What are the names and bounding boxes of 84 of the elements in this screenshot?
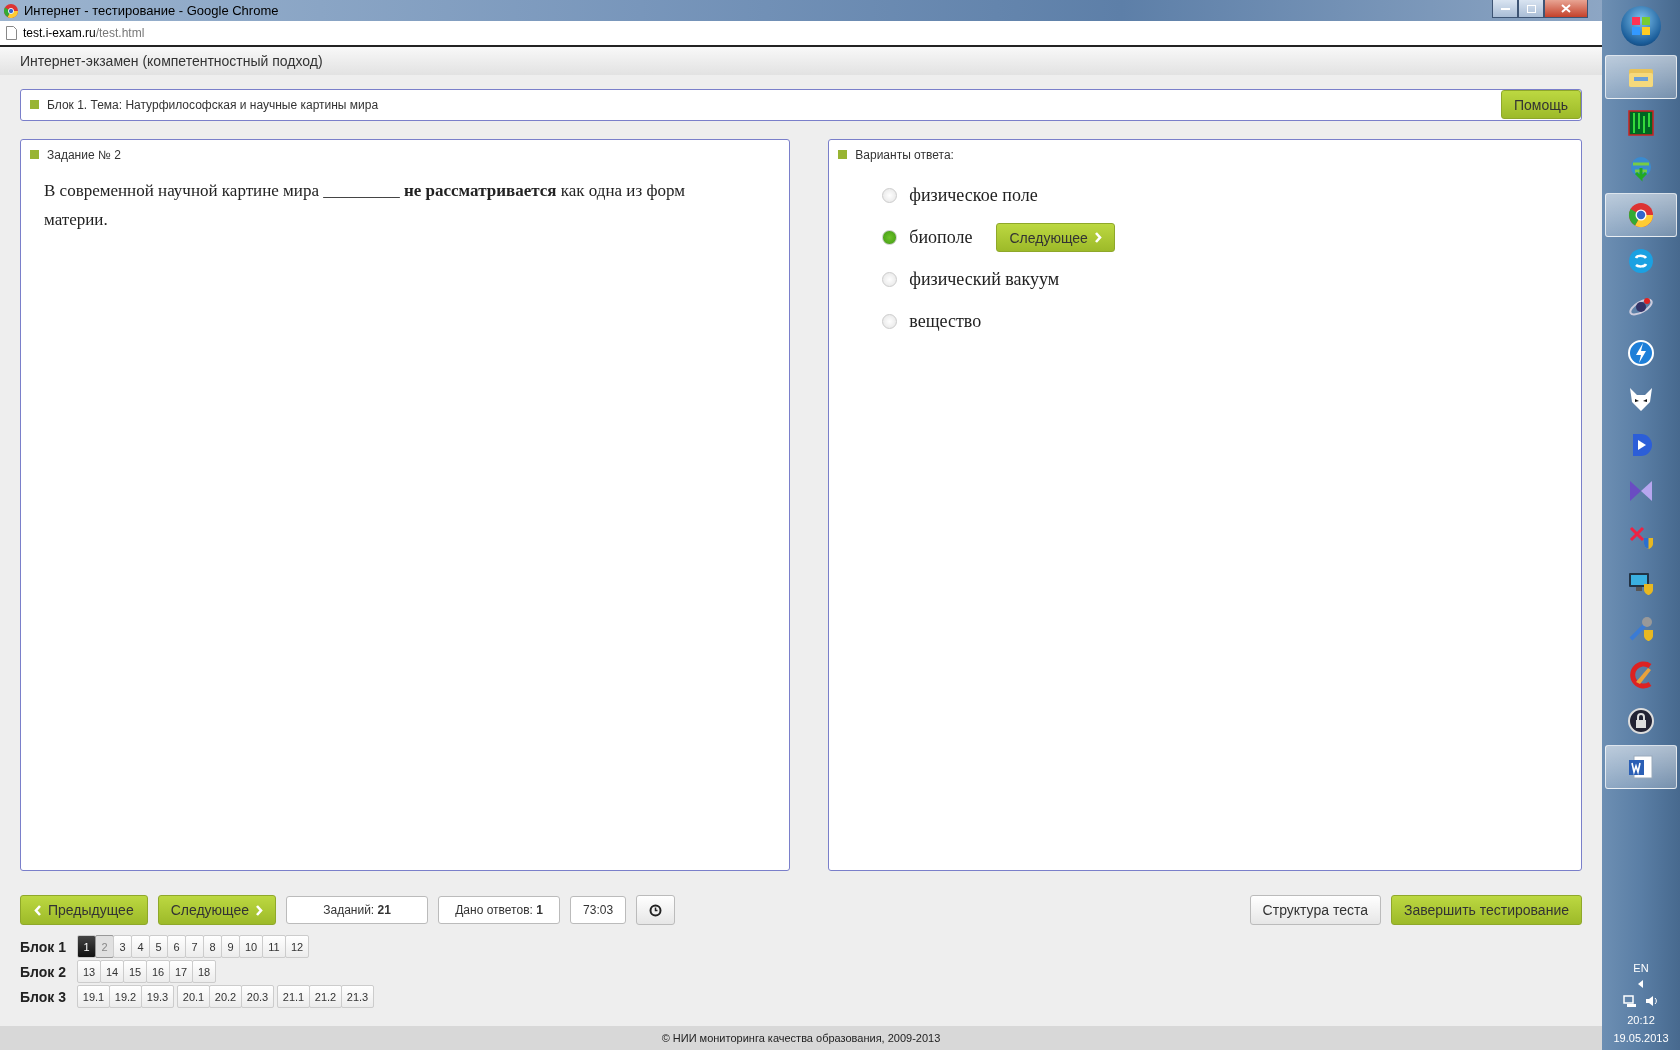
maximize-icon: [1526, 4, 1536, 13]
matrix-icon: [1626, 108, 1656, 138]
task-number[interactable]: 11: [262, 935, 286, 958]
previous-button[interactable]: Предыдущее: [20, 895, 148, 925]
task-number[interactable]: 18: [192, 960, 216, 983]
clock-button[interactable]: [636, 895, 676, 925]
task-title: Задание № 2: [47, 147, 122, 162]
copyright-text: © НИИ мониторинга качества образования, 2009-2013: [661, 1032, 941, 1044]
page-icon: [6, 26, 17, 40]
task-number[interactable]: 19.3: [141, 985, 174, 1008]
task-number[interactable]: 1: [77, 935, 96, 958]
tray-expand-icon[interactable]: [1638, 980, 1644, 988]
answer-option[interactable]: физический вакуум: [909, 269, 1060, 291]
document-icon: [1626, 752, 1656, 782]
volume-icon[interactable]: [1645, 994, 1659, 1008]
answers-title: Варианты ответа:: [855, 147, 955, 162]
timer: 73:03: [570, 896, 627, 924]
language-indicator[interactable]: EN: [1633, 962, 1649, 974]
task-number[interactable]: 21.1: [277, 985, 310, 1008]
clock-date[interactable]: 19.05.2013: [1613, 1032, 1669, 1044]
task-number[interactable]: 19.1: [77, 985, 110, 1008]
chevron-right-icon: [1093, 232, 1102, 244]
task-number[interactable]: 17: [169, 960, 193, 983]
block-label: Блок 2: [20, 963, 67, 980]
task-number[interactable]: 9: [221, 935, 240, 958]
help-button[interactable]: Помощь: [1500, 90, 1581, 120]
lock-icon: [1626, 706, 1656, 736]
chrome-icon: [1626, 200, 1656, 230]
radio-button[interactable]: [882, 272, 898, 288]
task-number[interactable]: 14: [100, 960, 124, 983]
chrome-icon: [4, 3, 18, 18]
radio-button[interactable]: [882, 314, 898, 330]
window-title: Интернет - тестирование - Google Chrome: [24, 3, 280, 18]
tasks-count: Заданий: 21: [323, 903, 391, 917]
taskbar-app[interactable]: [1605, 745, 1677, 789]
close-icon: [1561, 4, 1571, 13]
answer-option[interactable]: вещество: [909, 311, 982, 333]
app-title: Интернет-экзамен (компетентностный подход): [20, 53, 323, 69]
url-text[interactable]: test.i-exam.ru/test.html: [23, 26, 145, 40]
task-number[interactable]: 7: [185, 935, 204, 958]
task-number[interactable]: 20.1: [177, 985, 210, 1008]
lightning-icon: [1626, 338, 1656, 368]
start-button[interactable]: [1621, 6, 1661, 46]
answers-count: Дано ответов: 1: [455, 903, 543, 917]
task-number[interactable]: 8: [203, 935, 222, 958]
next-button[interactable]: Следующее: [157, 895, 277, 925]
clock-time[interactable]: 20:12: [1627, 1014, 1655, 1026]
task-number[interactable]: 16: [146, 960, 170, 983]
task-number[interactable]: 20.2: [209, 985, 242, 1008]
minimize-button[interactable]: [1492, 0, 1518, 18]
task-number[interactable]: 13: [77, 960, 101, 983]
radio-button[interactable]: [882, 188, 898, 204]
bullet-icon: [30, 100, 39, 110]
answer-option[interactable]: биополе: [909, 227, 973, 249]
network-icon[interactable]: [1623, 994, 1637, 1008]
task-number[interactable]: 19.2: [109, 985, 142, 1008]
task-number[interactable]: 15: [123, 960, 147, 983]
structure-button[interactable]: Структура теста: [1249, 895, 1381, 925]
task-number[interactable]: 21.2: [309, 985, 342, 1008]
task-number[interactable]: 20.3: [241, 985, 274, 1008]
task-number[interactable]: 6: [167, 935, 186, 958]
next-button[interactable]: Следующее: [996, 223, 1115, 253]
task-number[interactable]: 10: [239, 935, 263, 958]
block-label: Блок 1: [20, 938, 67, 955]
task-number[interactable]: 12: [285, 935, 309, 958]
windows-logo: [1631, 16, 1651, 36]
bullet-icon: [838, 150, 848, 160]
finish-button[interactable]: Завершить тестирование: [1391, 895, 1582, 925]
maximize-button[interactable]: [1518, 0, 1544, 18]
clock-icon: [649, 903, 663, 917]
chat-bubble-icon: [1626, 246, 1656, 276]
chevron-left-icon: [34, 904, 42, 916]
task-number[interactable]: 21.3: [341, 985, 374, 1008]
answer-option[interactable]: физическое поле: [909, 185, 1038, 207]
task-number[interactable]: 3: [113, 935, 132, 958]
question-text: В современной научной картине мира _________ не рассматривается как одна из форм материи.: [44, 179, 686, 231]
task-number[interactable]: 4: [131, 935, 150, 958]
chevron-right-icon: [255, 904, 264, 916]
topic-title: Блок 1. Тема: Натурфилософская и научные картины мира: [47, 97, 380, 112]
task-number[interactable]: 5: [149, 935, 168, 958]
radio-button[interactable]: [882, 230, 898, 246]
bullet-icon: [30, 150, 39, 160]
close-button[interactable]: [1544, 0, 1588, 18]
block-label: Блок 3: [20, 988, 67, 1005]
